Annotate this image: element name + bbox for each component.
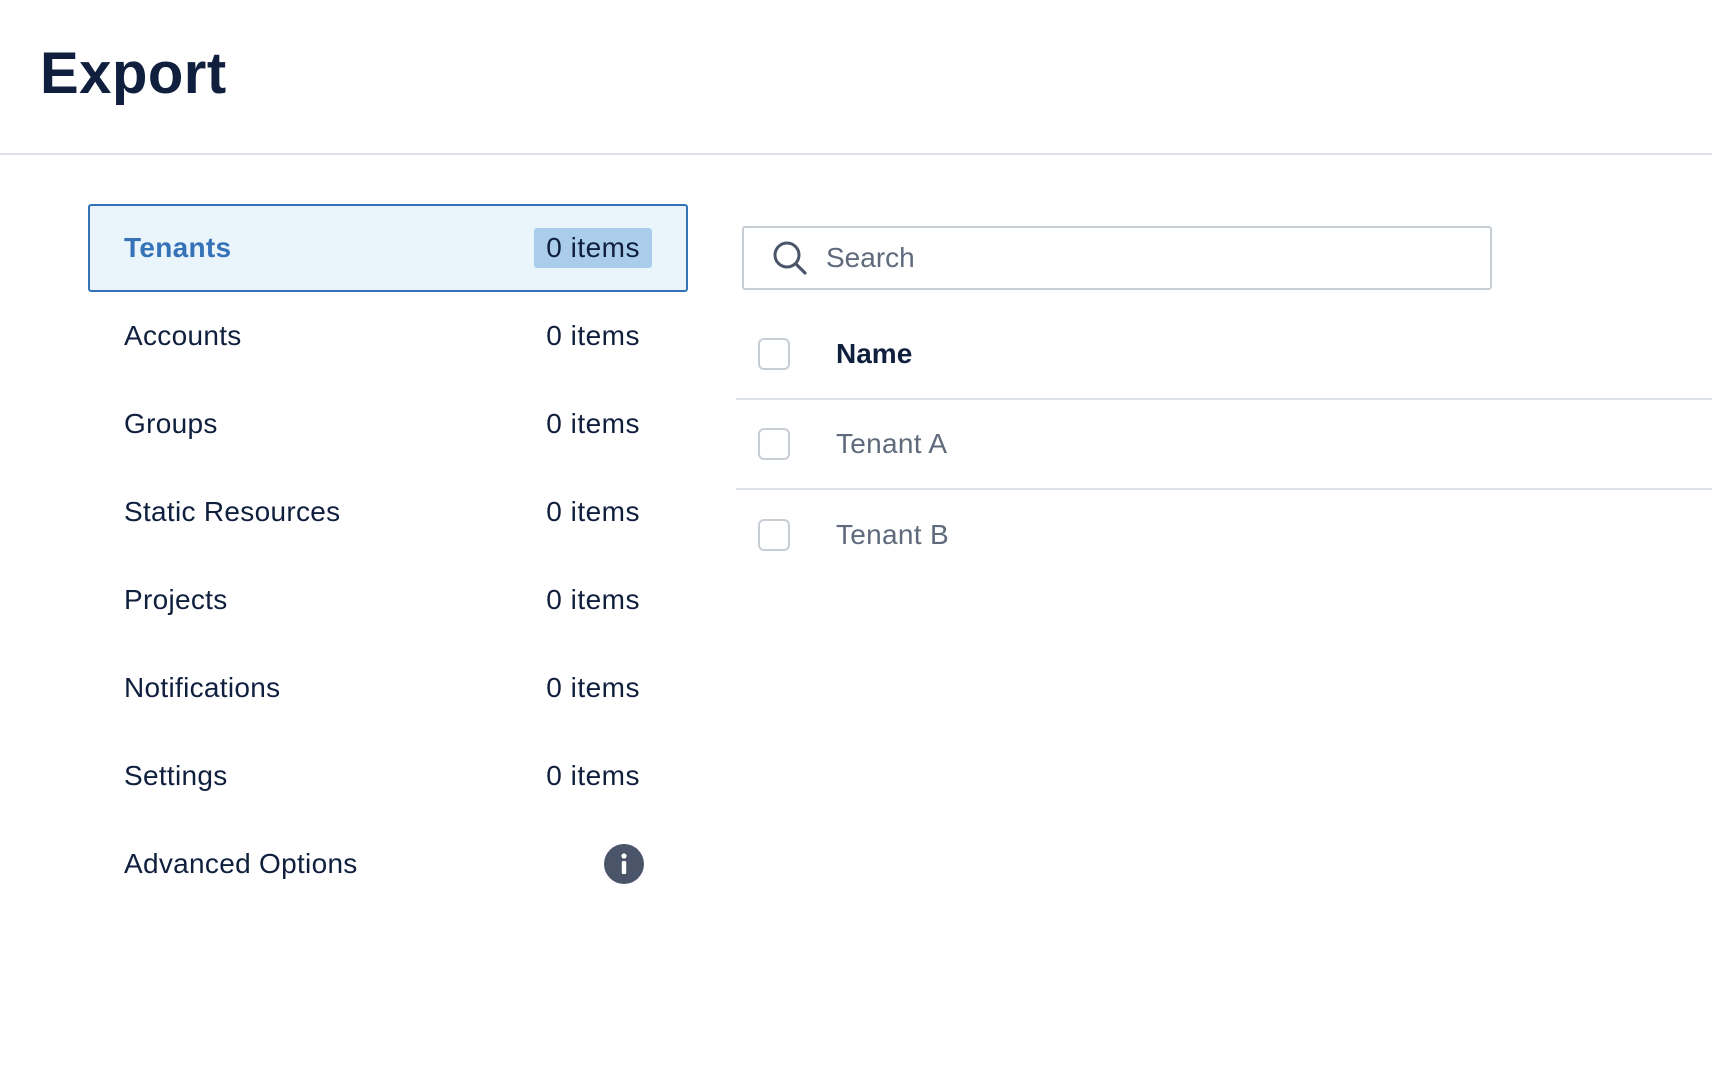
sidebar-item-label: Advanced Options bbox=[124, 848, 358, 879]
item-count: 0 items bbox=[546, 584, 640, 615]
sidebar-item-label: Projects bbox=[124, 584, 228, 615]
page-header: Export bbox=[0, 0, 1712, 155]
sidebar-item-label: Groups bbox=[124, 408, 218, 439]
sidebar-item-label: Static Resources bbox=[124, 496, 341, 527]
search-box bbox=[742, 226, 1492, 290]
table-header-row: Name bbox=[736, 310, 1712, 400]
row-checkbox[interactable] bbox=[758, 428, 790, 460]
select-all-checkbox[interactable] bbox=[758, 338, 790, 370]
sidebar-item-advanced-options[interactable]: Advanced Options bbox=[88, 820, 688, 908]
sidebar-item-accounts[interactable]: Accounts 0 items bbox=[88, 292, 688, 380]
row-checkbox[interactable] bbox=[758, 519, 790, 551]
sidebar-item-tenants[interactable]: Tenants 0 items bbox=[88, 204, 688, 292]
page-title: Export bbox=[40, 41, 227, 106]
sidebar-item-static-resources[interactable]: Static Resources 0 items bbox=[88, 468, 688, 556]
item-count: 0 items bbox=[546, 408, 640, 439]
table-row[interactable]: Tenant B bbox=[736, 490, 1712, 580]
item-count: 0 items bbox=[546, 320, 640, 351]
sidebar-item-groups[interactable]: Groups 0 items bbox=[88, 380, 688, 468]
item-count: 0 items bbox=[546, 496, 640, 527]
table-row[interactable]: Tenant A bbox=[736, 400, 1712, 490]
sidebar-item-label: Accounts bbox=[124, 320, 242, 351]
tenant-table: Name Tenant A Tenant B bbox=[736, 310, 1712, 580]
item-count: 0 items bbox=[546, 672, 640, 703]
column-header-name[interactable]: Name bbox=[836, 338, 912, 370]
sidebar-item-notifications[interactable]: Notifications 0 items bbox=[88, 644, 688, 732]
row-name: Tenant A bbox=[836, 428, 948, 459]
item-count-badge: 0 items bbox=[534, 228, 652, 268]
search-icon bbox=[773, 241, 807, 275]
sidebar-item-label: Notifications bbox=[124, 672, 281, 703]
sidebar-item-settings[interactable]: Settings 0 items bbox=[88, 732, 688, 820]
sidebar-item-label: Tenants bbox=[124, 232, 232, 263]
search-input[interactable] bbox=[826, 230, 1490, 286]
sidebar-item-projects[interactable]: Projects 0 items bbox=[88, 556, 688, 644]
category-list: Tenants 0 items Accounts 0 items Groups … bbox=[88, 204, 688, 908]
row-name: Tenant B bbox=[836, 519, 949, 550]
info-icon[interactable] bbox=[604, 844, 644, 884]
sidebar-item-label: Settings bbox=[124, 760, 228, 791]
item-count: 0 items bbox=[546, 760, 640, 791]
